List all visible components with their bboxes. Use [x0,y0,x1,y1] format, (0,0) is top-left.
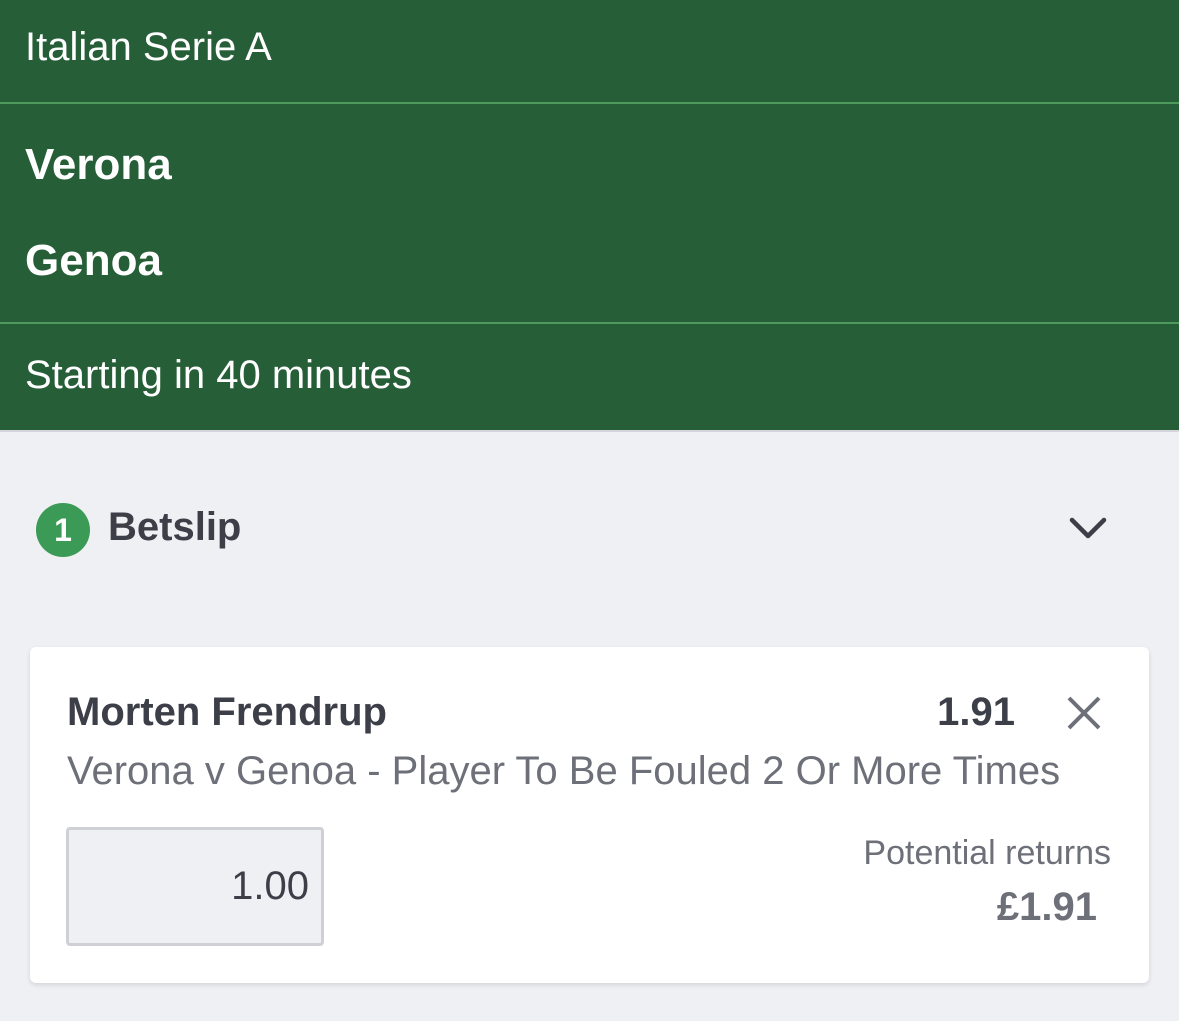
selection-odds: 1.91 [937,690,1015,734]
market-description: Verona v Genoa - Player To Be Fouled 2 O… [67,749,1061,793]
start-status: Starting in 40 minutes [25,353,412,397]
bet-card: Morten Frendrup 1.91 Verona v Genoa - Pl… [30,647,1149,983]
home-team: Verona [25,140,172,189]
stake-input[interactable]: 1.00 [66,827,324,946]
potential-returns-label: Potential returns [863,834,1111,872]
chevron-down-icon[interactable] [1066,508,1110,548]
competition-name: Italian Serie A [25,25,272,69]
selection-name: Morten Frendrup [67,690,387,734]
potential-returns-value: £1.91 [996,885,1097,929]
event-header: Italian Serie A Verona Genoa Starting in… [0,0,1179,432]
close-icon[interactable] [1064,693,1104,733]
betslip-title[interactable]: Betslip [108,504,241,550]
teams-row[interactable]: Verona Genoa [0,104,1179,324]
betslip-count-badge: 1 [36,503,90,557]
competition-row[interactable]: Italian Serie A [0,0,1179,104]
away-team: Genoa [25,236,162,285]
